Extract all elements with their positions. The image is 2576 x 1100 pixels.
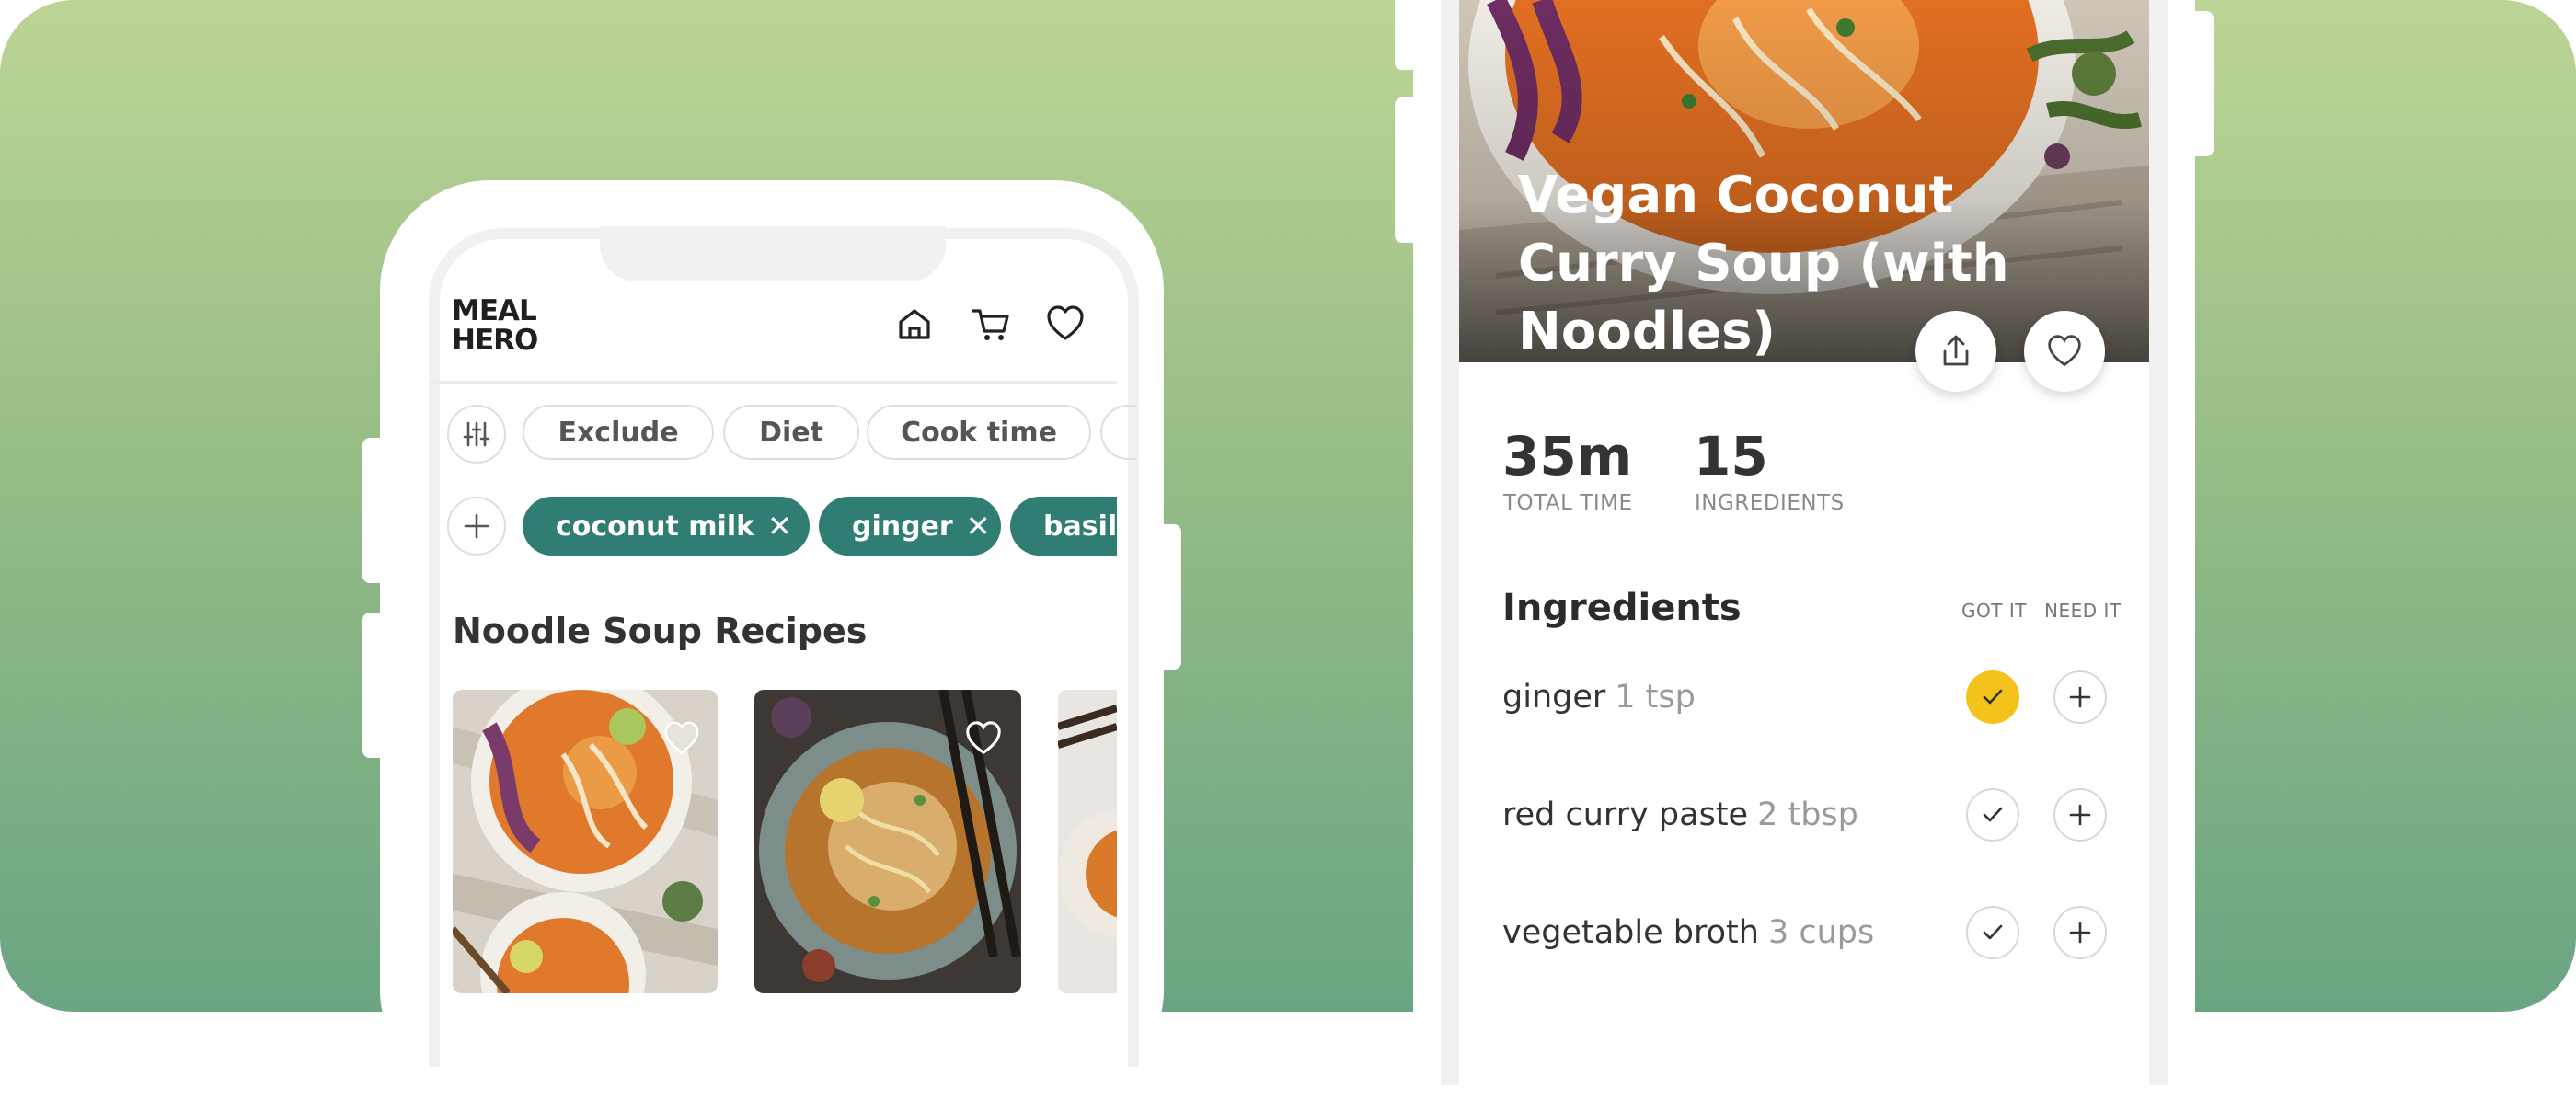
filter-chip-exclude[interactable]: Exclude: [523, 405, 714, 460]
ingredient-name: vegetable broth: [1502, 914, 1759, 951]
plus-icon: [2069, 686, 2091, 708]
need-it-toggle[interactable]: [2053, 788, 2107, 842]
phone-notch: [600, 226, 946, 281]
sliders-icon: [463, 421, 490, 447]
check-icon: [1983, 924, 2003, 940]
filter-settings-button[interactable]: [447, 405, 506, 464]
got-it-toggle[interactable]: [1966, 906, 2019, 959]
save-recipe-heart-icon[interactable]: [964, 719, 1003, 758]
home-icon[interactable]: [894, 304, 935, 344]
phone-power-button: [2193, 11, 2214, 156]
favorites-heart-icon[interactable]: [1045, 304, 1086, 344]
need-it-toggle[interactable]: [2053, 906, 2107, 959]
plus-icon: [2069, 922, 2091, 944]
got-it-toggle-checked[interactable]: [1966, 670, 2019, 724]
tag-label: basil: [1043, 510, 1117, 543]
ingredient-row-ginger: ginger 1 tsp: [1502, 679, 1696, 716]
check-icon: [1983, 807, 2003, 822]
add-ingredient-button[interactable]: [447, 497, 506, 556]
ingredients-heading: Ingredients: [1502, 587, 1742, 629]
remove-tag-icon[interactable]: ✕: [767, 509, 792, 544]
ingredient-tag-basil[interactable]: basil: [1010, 497, 1117, 556]
header-divider: [429, 381, 1117, 384]
total-time-label: TOTAL TIME: [1503, 491, 1633, 515]
filter-chip-cook-time[interactable]: Cook time: [867, 405, 1091, 460]
total-time-value: 35m: [1502, 425, 1633, 487]
plus-icon: [464, 513, 489, 539]
section-title-noodle-soup: Noodle Soup Recipes: [453, 611, 868, 651]
remove-tag-icon[interactable]: ✕: [966, 509, 991, 544]
got-it-toggle[interactable]: [1966, 788, 2019, 842]
tag-label: ginger: [852, 510, 953, 543]
ingredient-tag-coconut-milk[interactable]: coconut milk ✕: [523, 497, 810, 556]
cart-icon[interactable]: [972, 304, 1012, 344]
ingredient-tag-ginger[interactable]: ginger ✕: [819, 497, 1001, 556]
got-it-column-header: GOT IT: [1961, 600, 2027, 622]
share-button[interactable]: [1915, 311, 1996, 392]
ingredient-row-red-curry-paste: red curry paste 2 tbsp: [1502, 796, 1858, 833]
logo-line-1: MEAL: [452, 294, 537, 327]
heart-icon: [2048, 335, 2081, 367]
ingredient-name: ginger: [1502, 679, 1606, 716]
need-it-toggle[interactable]: [2053, 670, 2107, 724]
phone-volume-button: [1395, 97, 1415, 243]
plus-icon: [2069, 804, 2091, 826]
ingredient-amount: 3 cups: [1767, 914, 1875, 951]
phone-silent-switch: [1395, 0, 1415, 70]
save-favorite-button[interactable]: [2024, 311, 2105, 392]
ingredient-count-value: 15: [1694, 425, 1768, 487]
recipe-card-3-partial[interactable]: [1058, 690, 1117, 993]
filter-chip-diet[interactable]: Diet: [723, 405, 859, 460]
ingredient-name: red curry paste: [1502, 796, 1749, 833]
ingredient-row-vegetable-broth: vegetable broth 3 cups: [1502, 914, 1874, 951]
logo-line-2: HERO: [452, 324, 538, 357]
share-icon: [1943, 335, 1969, 366]
need-it-column-header: NEED IT: [2044, 600, 2122, 622]
ingredient-amount: 1 tsp: [1615, 679, 1696, 716]
recipe-image-partial: [1058, 690, 1117, 993]
meal-hero-logo[interactable]: MEAL HERO: [452, 296, 553, 355]
save-recipe-heart-icon[interactable]: [662, 719, 701, 758]
ingredient-amount: 2 tbsp: [1757, 796, 1858, 833]
phone-power-button: [1161, 524, 1181, 670]
ingredient-count-label: INGREDIENTS: [1695, 491, 1845, 515]
check-icon: [1983, 689, 2003, 705]
tag-label: coconut milk: [556, 510, 755, 543]
